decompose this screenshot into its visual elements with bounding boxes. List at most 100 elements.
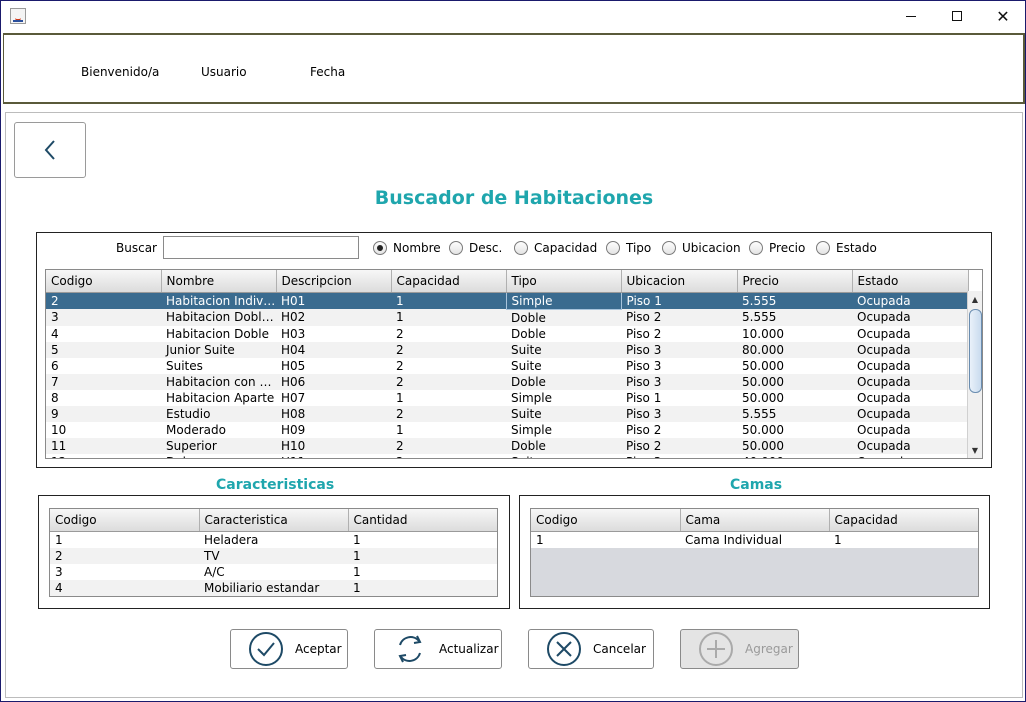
- table-row[interactable]: 2 Habitacion Indivi... H01 1 Simple Piso 1 5.5…: [46, 291, 968, 310]
- table-row[interactable]: 11 Superior H10 2 Doble Piso 2 50.000 Ocupada: [46, 437, 968, 454]
- search-filter-radio[interactable]: Ubicacion: [662, 239, 741, 257]
- table-cell: Moderado: [166, 422, 226, 437]
- column-header[interactable]: Codigo: [46, 270, 162, 293]
- scroll-up-arrow-icon[interactable]: ▲: [968, 291, 982, 307]
- table-cell: Habitacion Indivi...: [161, 292, 276, 309]
- back-button[interactable]: [14, 122, 86, 178]
- table-cell: 1: [348, 547, 497, 564]
- column-header[interactable]: Cantidad: [348, 509, 497, 532]
- radio-label: Desc.: [469, 241, 503, 255]
- table-cell: Habitacion Doble: [166, 326, 269, 341]
- table-row[interactable]: 3 Habitacion Doble... H02 1 Doble Piso 2 5.555…: [46, 309, 968, 326]
- search-filter-radio[interactable]: Capacidad: [514, 239, 597, 257]
- table-cell: Suite: [506, 341, 621, 358]
- table-cell: Junior Suite: [161, 341, 276, 358]
- add-button[interactable]: Agregar: [680, 629, 799, 669]
- table-cell: 12: [46, 454, 161, 459]
- table-cell: 3: [46, 309, 161, 326]
- table-cell: H09: [281, 422, 306, 437]
- radio-circle-icon[interactable]: [749, 241, 763, 255]
- table-row[interactable]: 12DeluxeH112SuitePiso 340.000Ocupada: [46, 454, 968, 459]
- scroll-down-arrow-icon[interactable]: ▼: [968, 442, 982, 458]
- table-cell: Piso 2: [626, 422, 662, 437]
- table-row[interactable]: 8 Habitacion Aparte H07 1 Simple Piso 1 50.000…: [46, 390, 968, 406]
- table-cell: Simple: [511, 422, 552, 437]
- search-filter-radio[interactable]: Tipo: [606, 239, 651, 257]
- table-row[interactable]: 2 TV 1: [50, 547, 497, 564]
- radio-circle-icon[interactable]: [816, 241, 830, 255]
- column-header[interactable]: Codigo: [531, 509, 681, 532]
- rooms-scrollbar[interactable]: ▲ ▼: [967, 291, 982, 458]
- column-header[interactable]: Cama: [680, 509, 830, 532]
- check-circle-icon: [249, 632, 283, 666]
- table-cell: Piso 3: [621, 405, 737, 422]
- column-header[interactable]: Tipo: [506, 270, 622, 293]
- table-cell: 2: [50, 547, 199, 564]
- accept-label: Aceptar: [295, 642, 342, 656]
- radio-circle-icon[interactable]: [449, 241, 463, 255]
- accept-button[interactable]: Aceptar: [230, 629, 348, 669]
- refresh-button[interactable]: Actualizar: [374, 629, 502, 669]
- radio-label: Tipo: [626, 241, 652, 255]
- table-cell: Suite: [511, 358, 542, 373]
- table-cell: 2: [391, 373, 506, 390]
- table-cell: Ocupada: [852, 309, 968, 326]
- radio-label: Precio: [769, 241, 806, 255]
- rooms-table: Codigo Nombre Descripcion Capacidad Tipo Ubic…: [45, 269, 983, 459]
- table-cell: 2: [46, 292, 161, 309]
- radio-circle-icon[interactable]: [514, 241, 528, 255]
- maximize-button[interactable]: [934, 1, 980, 31]
- table-cell: 4: [50, 579, 199, 596]
- table-cell: 1: [348, 579, 497, 596]
- table-cell: Suite: [506, 454, 621, 459]
- refresh-icon: [398, 635, 422, 663]
- radio-circle-icon[interactable]: [373, 241, 387, 255]
- search-filter-radio[interactable]: Precio: [749, 239, 805, 257]
- search-input[interactable]: [163, 236, 359, 259]
- table-cell: TV: [199, 547, 348, 564]
- table-row[interactable]: 3 A/C 1: [50, 564, 497, 580]
- search-filter-radio[interactable]: Nombre: [373, 239, 441, 257]
- scroll-thumb[interactable]: [969, 309, 982, 393]
- table-cell: Mobiliario estandar: [199, 579, 348, 596]
- search-filter-radio[interactable]: Desc.: [449, 239, 502, 257]
- table-row[interactable]: 5 Junior Suite H04 2 Suite Piso 3 80.000 Ocupad…: [46, 341, 968, 358]
- column-header[interactable]: Codigo: [50, 509, 200, 532]
- column-header[interactable]: Descripcion: [276, 270, 392, 293]
- column-header[interactable]: Caracteristica: [199, 509, 349, 532]
- column-header[interactable]: Capacidad: [391, 270, 507, 293]
- radio-circle-icon[interactable]: [606, 241, 620, 255]
- date-label: Fecha: [310, 65, 346, 79]
- column-header[interactable]: Capacidad: [829, 509, 978, 532]
- table-cell: Doble: [506, 309, 621, 326]
- radio-circle-icon[interactable]: [662, 241, 676, 255]
- table-cell: 2: [396, 326, 404, 341]
- table-row[interactable]: 4 Mobiliario estandar 1: [50, 579, 497, 596]
- column-header[interactable]: Nombre: [161, 270, 277, 293]
- table-row[interactable]: 6 Suites H05 2 Suite Piso 3 50.000 Ocupada: [46, 358, 968, 374]
- close-window-button[interactable]: ✕: [980, 1, 1026, 31]
- table-cell: 2: [391, 405, 506, 422]
- column-header[interactable]: Estado: [852, 270, 969, 293]
- minimize-button[interactable]: [888, 1, 934, 31]
- table-cell: Habitacion Aparte: [166, 390, 275, 405]
- table-row[interactable]: 7 Habitacion con T... H06 2 Doble Piso 3 50.00…: [46, 373, 968, 390]
- table-row[interactable]: 9 Estudio H08 2 Suite Piso 3 5.555 Ocupada: [46, 405, 968, 422]
- table-cell: Ocupada: [857, 326, 911, 341]
- table-row[interactable]: 1 Heladera 1: [50, 531, 497, 548]
- search-filter-radio[interactable]: Estado: [816, 239, 877, 257]
- table-cell: Doble: [506, 373, 621, 390]
- table-cell: Deluxe: [161, 454, 276, 459]
- table-row[interactable]: 1 Cama Individual 1: [531, 531, 978, 548]
- refresh-label: Actualizar: [439, 642, 499, 656]
- chevron-left-icon: [44, 140, 55, 160]
- table-row[interactable]: 4 Habitacion Doble H03 2 Doble Piso 2 10.000 Oc…: [46, 326, 968, 342]
- column-header[interactable]: Precio: [737, 270, 853, 293]
- beds-table-header: Codigo Cama Capacidad: [531, 509, 978, 532]
- table-cell: 50.000: [742, 422, 784, 437]
- table-row[interactable]: 10 Moderado H09 1 Simple Piso 2 50.000 Ocupada: [46, 422, 968, 438]
- cancel-button[interactable]: Cancelar: [528, 629, 654, 669]
- column-header[interactable]: Ubicacion: [621, 270, 738, 293]
- maximize-icon: [952, 11, 962, 21]
- table-cell: Cama Individual: [685, 532, 783, 547]
